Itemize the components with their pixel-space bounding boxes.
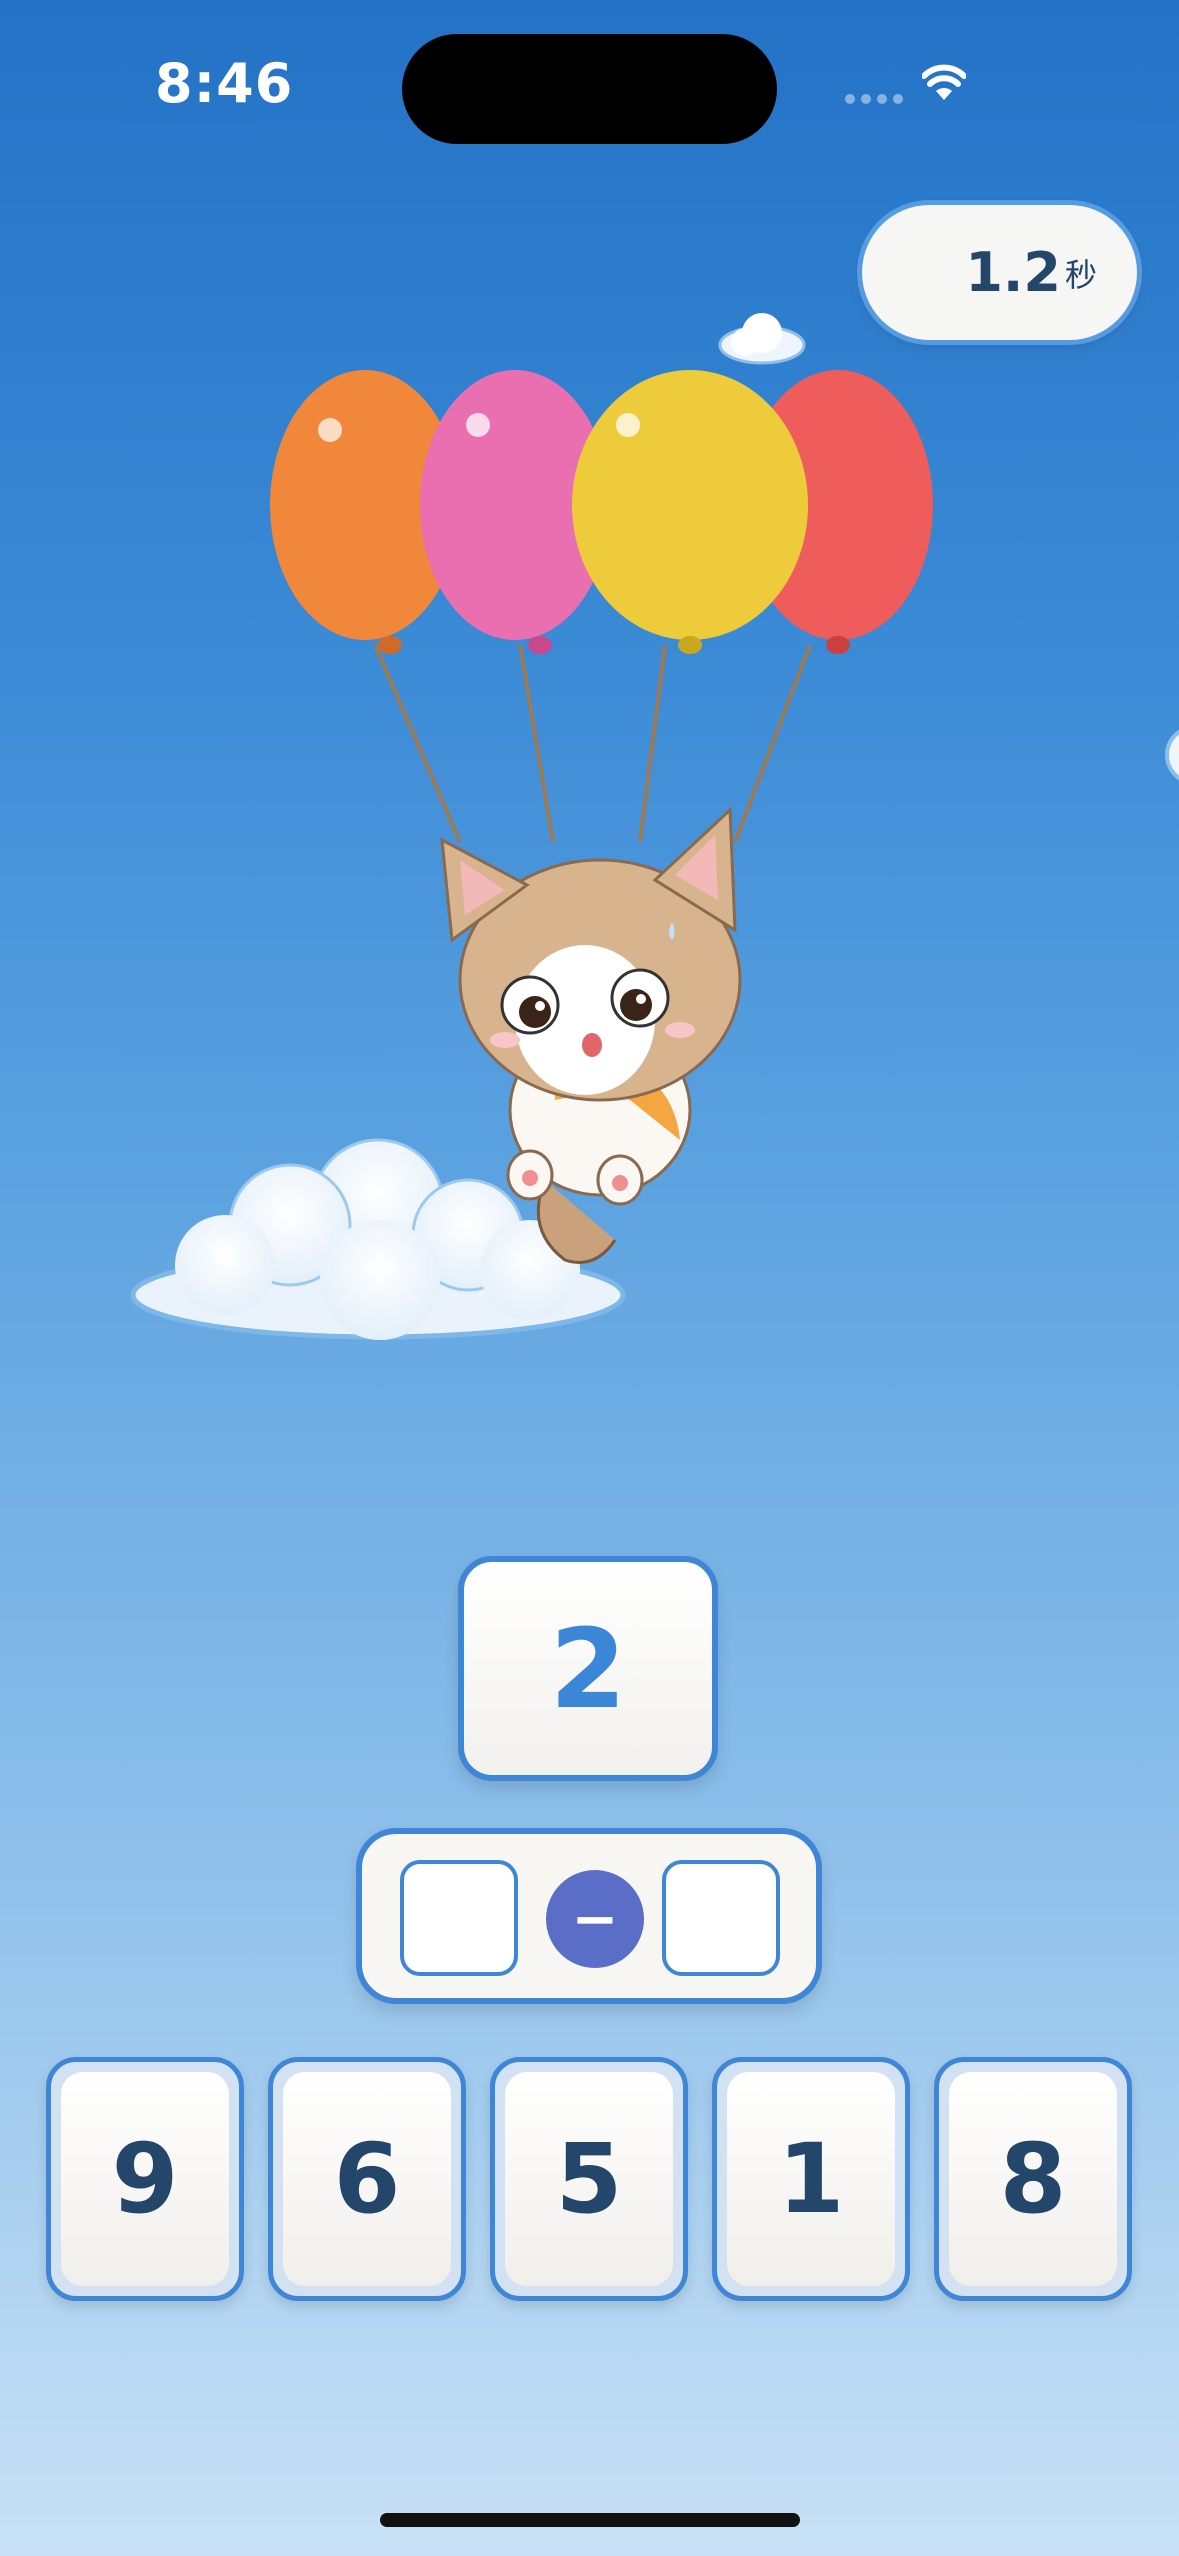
target-number-card: 2 bbox=[458, 1556, 718, 1781]
number-tiles: 9 6 5 1 8 bbox=[46, 2057, 1133, 2301]
small-cloud-icon bbox=[718, 313, 806, 365]
number-tile-label: 6 bbox=[283, 2072, 451, 2286]
target-value: 2 bbox=[549, 1604, 627, 1733]
number-tile-label: 1 bbox=[727, 2072, 895, 2286]
edge-cloud-icon bbox=[1165, 729, 1179, 781]
answer-slot-right[interactable] bbox=[662, 1860, 780, 1976]
number-tile-label: 8 bbox=[949, 2072, 1117, 2286]
home-indicator[interactable] bbox=[380, 2513, 800, 2527]
answer-slot-left[interactable] bbox=[400, 1860, 518, 1976]
minus-operator: − bbox=[546, 1870, 644, 1968]
number-tile[interactable]: 5 bbox=[490, 2057, 688, 2301]
number-tile-label: 5 bbox=[505, 2072, 673, 2286]
number-tile[interactable]: 9 bbox=[46, 2057, 244, 2301]
illustration-scene bbox=[130, 313, 1179, 1340]
balloon-strings bbox=[373, 644, 812, 843]
number-tile-label: 9 bbox=[61, 2072, 229, 2286]
balloon-yellow-icon bbox=[572, 370, 808, 654]
equation-panel: − bbox=[356, 1828, 822, 2004]
number-tile[interactable]: 8 bbox=[934, 2057, 1132, 2301]
number-tile[interactable]: 6 bbox=[268, 2057, 466, 2301]
number-tile[interactable]: 1 bbox=[712, 2057, 910, 2301]
